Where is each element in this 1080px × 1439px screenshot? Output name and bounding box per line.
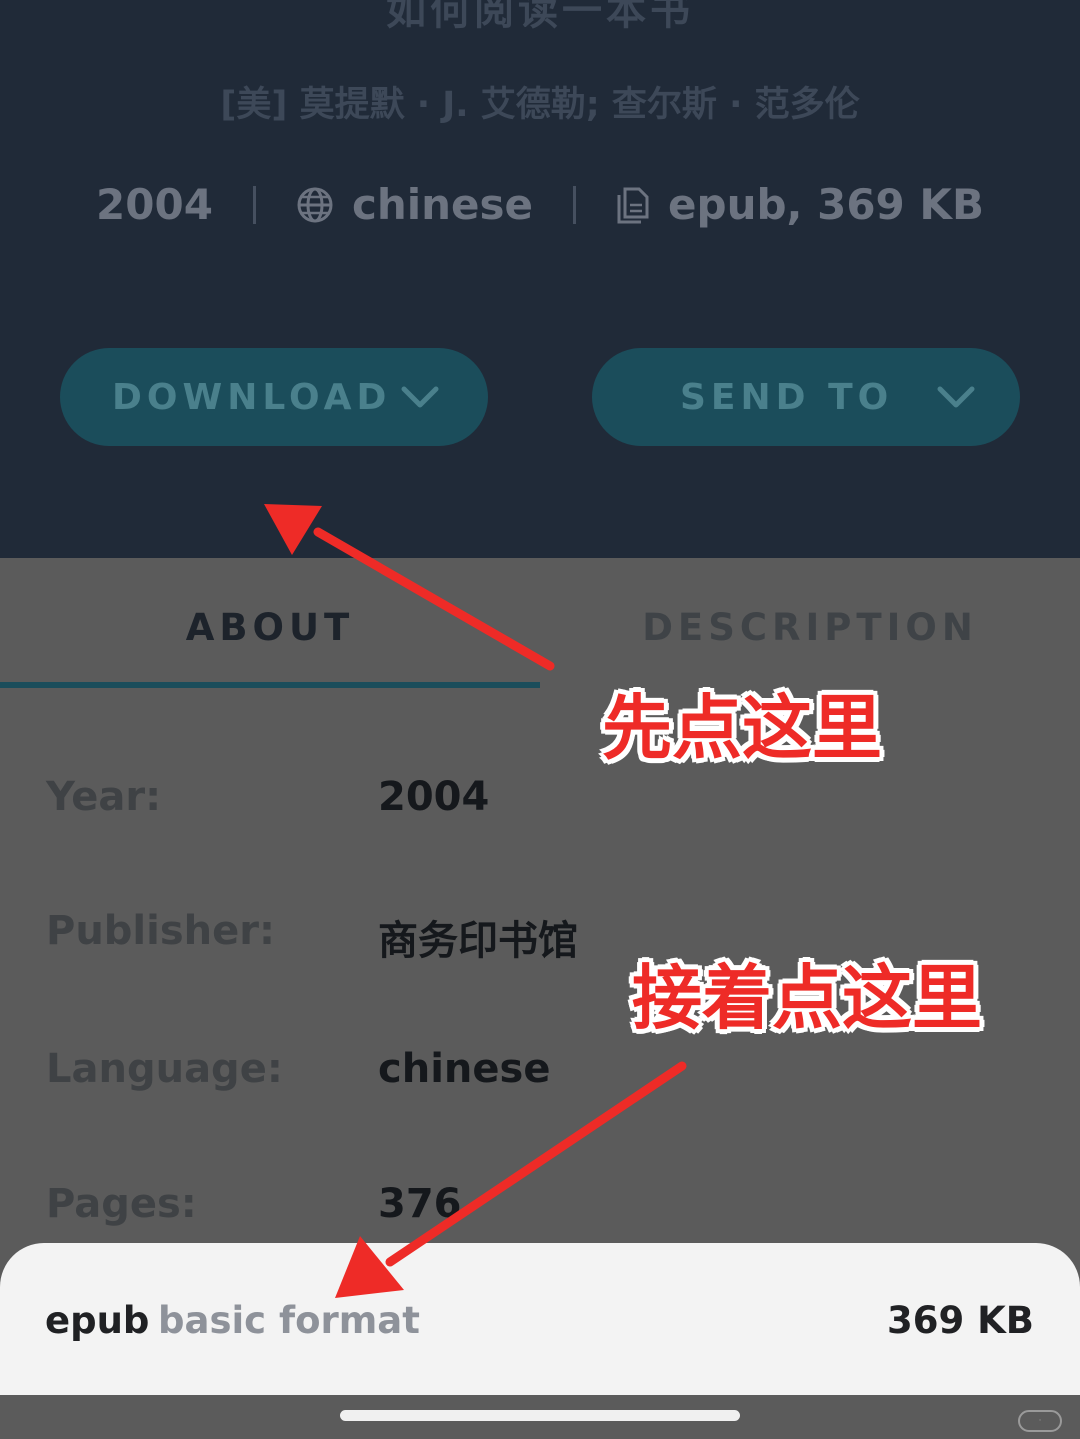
annotation-second-step: 接着点这里 — [632, 957, 982, 1039]
tab-about[interactable]: ABOUT — [0, 606, 540, 649]
detail-row-year: Year: 2004 — [46, 774, 1006, 834]
detail-value: 2004 — [378, 774, 490, 820]
detail-tabs: ABOUT DESCRIPTION — [0, 558, 1080, 690]
document-icon — [616, 186, 650, 224]
detail-value: chinese — [378, 1046, 551, 1092]
book-meta-row: 2004 chinese epub, 369 KB — [0, 180, 1080, 229]
meta-separator — [252, 185, 256, 224]
detail-row-pages: Pages: 376 — [46, 1181, 1006, 1241]
meta-separator — [573, 185, 577, 224]
meta-language: chinese — [296, 180, 533, 229]
tab-description[interactable]: DESCRIPTION — [540, 606, 1080, 649]
download-format-sheet: epub basic format 369 KB — [0, 1243, 1080, 1395]
globe-icon — [296, 186, 334, 224]
annotation-first-step: 先点这里 — [602, 687, 882, 769]
format-name: epub — [45, 1299, 150, 1342]
format-option-epub[interactable]: epub basic format 369 KB — [0, 1243, 1080, 1395]
home-indicator — [340, 1410, 740, 1421]
send-to-button[interactable]: SEND TO — [592, 348, 1020, 446]
detail-label: Year: — [46, 774, 162, 820]
book-author: [美] 莫提默 · J. 艾德勒; 查尔斯 · 范多伦 — [220, 85, 860, 125]
detail-row-language: Language: chinese — [46, 1046, 1006, 1106]
send-to-button-label: SEND TO — [680, 376, 894, 418]
detail-value: 376 — [378, 1181, 462, 1227]
download-button[interactable]: DOWNLOAD — [60, 348, 488, 446]
meta-language-text: chinese — [351, 180, 534, 229]
format-description: basic format — [158, 1299, 420, 1342]
format-size: 369 KB — [887, 1299, 1034, 1342]
meta-year: 2004 — [96, 180, 213, 229]
detail-label: Publisher: — [46, 908, 275, 954]
detail-value: 商务印书馆 — [378, 918, 578, 964]
meta-file-text: epub, 369 KB — [668, 180, 984, 229]
watermark-logo: · — [1018, 1410, 1062, 1432]
detail-label: Pages: — [46, 1181, 197, 1227]
detail-label: Language: — [46, 1046, 283, 1092]
chevron-down-icon — [936, 380, 976, 414]
book-title: 如何阅读一本书 — [386, 0, 694, 34]
active-tab-indicator — [0, 682, 540, 688]
meta-file: epub, 369 KB — [616, 180, 984, 229]
chevron-down-icon — [400, 380, 440, 414]
download-button-label: DOWNLOAD — [112, 376, 392, 418]
book-header: 如何阅读一本书 [美] 莫提默 · J. 艾德勒; 查尔斯 · 范多伦 2004… — [0, 0, 1080, 558]
